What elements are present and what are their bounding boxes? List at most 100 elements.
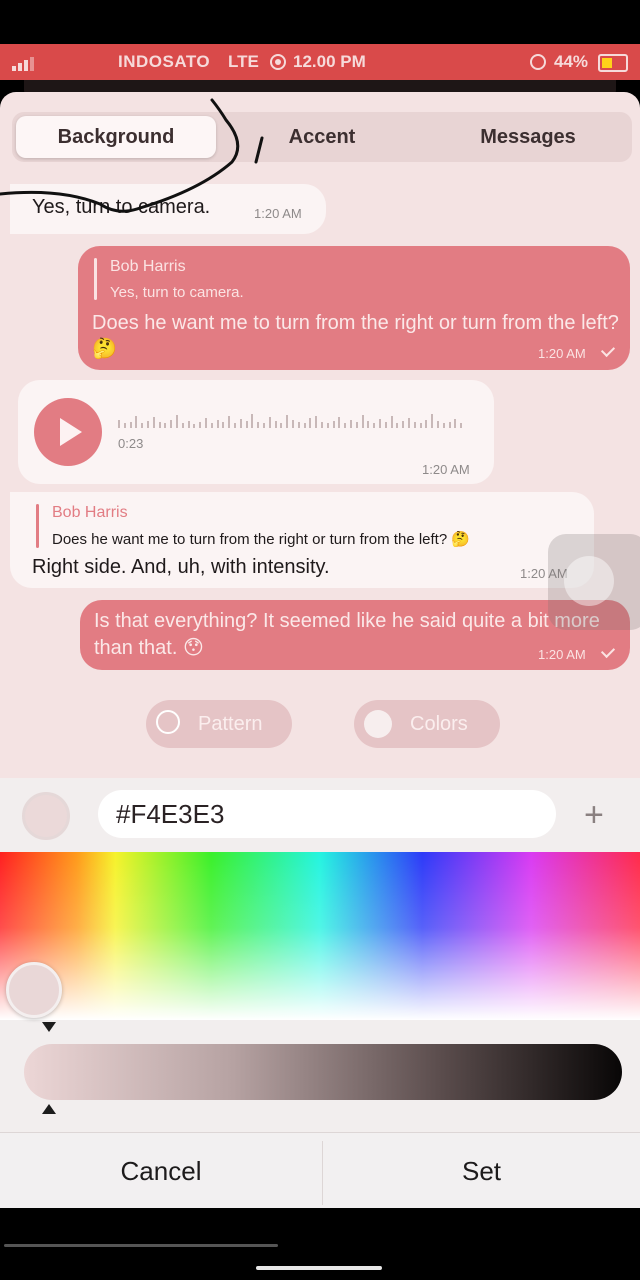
waveform-bar	[361, 415, 364, 428]
waveform	[118, 408, 468, 428]
waveform-bar	[303, 423, 306, 428]
battery-icon	[598, 54, 628, 72]
hex-input[interactable]	[114, 798, 538, 831]
reply-bar	[94, 258, 97, 300]
status-time: 12.00 PM	[293, 52, 366, 71]
waveform-bar	[263, 423, 265, 428]
tab-accent[interactable]: Accent	[222, 116, 422, 158]
waveform-bar	[454, 419, 457, 428]
waveform-bar	[373, 423, 376, 428]
colors-option[interactable]: Colors	[354, 700, 500, 748]
tab-bar: Background Accent Messages	[12, 112, 632, 162]
waveform-bar	[350, 420, 352, 428]
reply-bar	[36, 504, 39, 548]
waveform-bar	[367, 421, 370, 428]
waveform-bar	[355, 422, 358, 428]
waveform-bar	[390, 416, 393, 428]
add-color-icon[interactable]: +	[584, 796, 604, 835]
waveform-bar	[257, 422, 260, 428]
rotation-lock-icon	[530, 54, 546, 70]
waveform-bar	[396, 423, 399, 428]
home-indicator[interactable]	[256, 1266, 382, 1270]
signal-icon	[12, 57, 38, 71]
message-text: Yes, turn to camera.	[32, 196, 211, 218]
message-time: 1:20 AM	[538, 647, 586, 662]
waveform-bar	[448, 422, 451, 428]
color-picker-handle[interactable]	[6, 962, 62, 1018]
waveform-bar	[460, 423, 463, 428]
voice-duration: 0:23	[118, 436, 144, 451]
reply-sender: Bob Harris	[110, 258, 186, 275]
waveform-bar	[286, 415, 289, 428]
waveform-bar	[210, 423, 213, 428]
brightness-slider[interactable]	[24, 1044, 622, 1100]
message-time: 1:20 AM	[538, 346, 586, 361]
waveform-bar	[199, 422, 202, 428]
message-text: Right side. And, uh, with intensity.	[32, 556, 330, 578]
waveform-bar	[234, 423, 236, 428]
waveform-bar	[419, 423, 422, 428]
waveform-bar	[245, 421, 248, 428]
waveform-bar	[193, 424, 196, 428]
waveform-bar	[292, 420, 294, 428]
waveform-bar	[228, 416, 231, 428]
waveform-bar	[379, 419, 381, 428]
hue-spectrum[interactable]	[0, 852, 640, 1020]
waveform-bar	[332, 421, 335, 428]
tab-messages[interactable]: Messages	[428, 116, 628, 158]
waveform-bar	[338, 417, 341, 428]
color-swatch[interactable]	[22, 792, 70, 840]
carrier-label: INDOSATO	[118, 52, 211, 71]
waveform-bar	[442, 423, 445, 428]
message-bubble-incoming[interactable]: Bob Harris Does he want me to turn from …	[10, 492, 594, 588]
message-bubble-incoming[interactable]: Yes, turn to camera. 1:20 AM	[10, 184, 326, 234]
waveform-bar	[187, 421, 190, 428]
waveform-bar	[425, 420, 428, 428]
marker-up-icon	[42, 1104, 56, 1114]
play-icon[interactable]	[34, 398, 102, 466]
waveform-bar	[205, 418, 207, 428]
colors-radio-icon	[364, 710, 392, 738]
waveform-bar	[164, 423, 167, 428]
waveform-bar	[280, 423, 283, 428]
message-time: 1:20 AM	[422, 462, 470, 477]
screen-record-icon	[270, 54, 286, 70]
status-bar: INDOSATO LTE 12.00 PM 44%	[0, 44, 640, 80]
waveform-bar	[309, 418, 312, 428]
hex-input-field[interactable]	[98, 790, 556, 838]
assistive-touch-button[interactable]	[548, 534, 640, 630]
pattern-radio-icon	[156, 710, 180, 734]
waveform-bar	[251, 414, 254, 428]
network-type: LTE	[228, 52, 259, 71]
waveform-bar	[274, 421, 277, 428]
waveform-bar	[123, 423, 126, 428]
waveform-bar	[152, 417, 155, 428]
waveform-bar	[413, 422, 416, 428]
cancel-button[interactable]: Cancel	[0, 1133, 322, 1208]
pattern-option[interactable]: Pattern	[146, 700, 292, 748]
waveform-bar	[437, 421, 439, 428]
reply-preview: Does he want me to turn from the right o…	[52, 531, 471, 548]
waveform-bar	[216, 420, 219, 428]
pattern-label: Pattern	[198, 713, 263, 735]
marker-down-icon	[42, 1022, 56, 1032]
colors-label: Colors	[410, 713, 468, 735]
color-editor: + Cancel Set	[0, 778, 640, 1208]
waveform-bar	[158, 422, 161, 428]
scroll-indicator	[4, 1244, 278, 1247]
waveform-bar	[176, 415, 178, 428]
waveform-bar	[181, 423, 184, 428]
tab-background[interactable]: Background	[16, 116, 216, 158]
battery-percent: 44%	[554, 52, 589, 71]
waveform-bar	[118, 420, 120, 428]
waveform-bar	[315, 416, 318, 428]
voice-message-bubble[interactable]: 0:23 1:20 AM	[18, 380, 494, 484]
waveform-bar	[321, 422, 323, 428]
waveform-bar	[326, 423, 329, 428]
waveform-bar	[170, 420, 173, 428]
theme-editor-sheet: Background Accent Messages Yes, turn to …	[0, 92, 640, 1208]
waveform-bar	[344, 423, 347, 428]
set-button[interactable]: Set	[323, 1133, 640, 1208]
message-bubble-outgoing[interactable]: Bob Harris Yes, turn to camera. Does he …	[78, 246, 630, 370]
message-text: Is that everything? It seemed like he sa…	[94, 610, 600, 659]
